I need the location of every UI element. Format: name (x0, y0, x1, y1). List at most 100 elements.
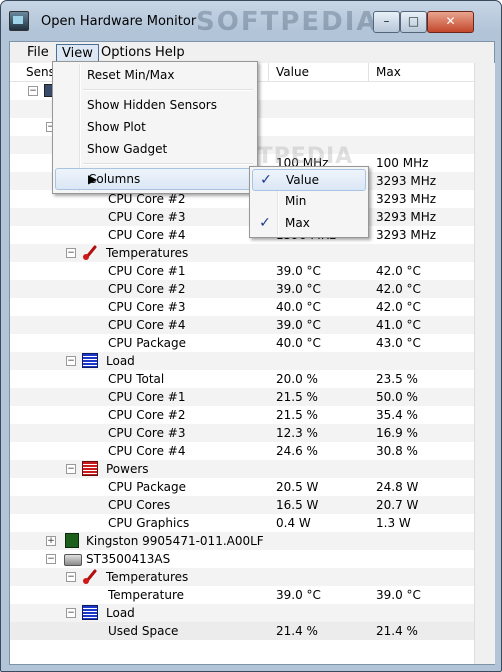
sensor-value: 39.0 °C (276, 588, 321, 602)
sensor-value: 0.4 W (276, 516, 311, 530)
memory-icon (65, 533, 79, 548)
column-max[interactable]: Max (376, 65, 401, 79)
tree-row-clock[interactable]: CPU Core #3 3293 MHz (10, 208, 474, 226)
collapse-icon[interactable]: − (66, 608, 76, 618)
tree-row-sensor[interactable]: CPU Core #1 39.0 °C 42.0 °C (10, 262, 474, 280)
sensor-value: 21.4 % (276, 624, 318, 638)
sensor-name: CPU Core #3 (108, 426, 186, 440)
menu-item-show-hidden-sensors[interactable]: Show Hidden Sensors (55, 95, 255, 115)
menu-item-label: Show Gadget (87, 142, 168, 156)
collapse-icon[interactable]: − (66, 248, 76, 258)
menu-item-show-plot[interactable]: Show Plot (55, 117, 255, 137)
tree-group-load[interactable]: − Load (10, 604, 474, 622)
collapse-icon[interactable]: − (66, 464, 76, 474)
menu-item-label: Value (286, 173, 319, 187)
menu-item-show-gadget[interactable]: Show Gadget (55, 139, 255, 159)
tree-row-sensor[interactable]: CPU Core #2 21.5 % 35.4 % (10, 406, 474, 424)
submenu-arrow-icon: ▶ (88, 172, 98, 186)
column-divider[interactable] (368, 63, 369, 81)
tree-group-load[interactable]: − Load (10, 352, 474, 370)
sensor-name: Used Space (108, 624, 179, 638)
collapse-icon[interactable]: − (46, 554, 56, 564)
sensor-value: 20.5 W (276, 480, 319, 494)
sensor-max: 16.9 % (376, 426, 418, 440)
tree-row-sensor[interactable]: Temperature 39.0 °C 39.0 °C (10, 586, 474, 604)
columns-submenu: ✓ Value Min ✓ Max (249, 166, 369, 238)
menu-item-label: Max (285, 216, 310, 230)
load-icon (82, 605, 98, 620)
sensor-value: 39.0 °C (276, 318, 321, 332)
vertical-scrollbar[interactable] (474, 63, 495, 664)
sensor-value: 21.5 % (276, 390, 318, 404)
sensor-max: 35.4 % (376, 408, 418, 422)
sensor-name: CPU Graphics (108, 516, 190, 530)
menu-help[interactable]: Help (150, 44, 190, 61)
sensor-value: 12.3 % (276, 426, 318, 440)
sensor-max: 3293 MHz (376, 228, 437, 242)
sensor-name: CPU Total (108, 372, 165, 386)
sensor-max: 23.5 % (376, 372, 418, 386)
column-value[interactable]: Value (276, 65, 309, 79)
sensor-max: 42.0 °C (376, 282, 421, 296)
menu-item-label: Show Hidden Sensors (87, 98, 217, 112)
view-menu: Reset Min/Max Show Hidden Sensors Show P… (52, 61, 258, 194)
tree-row-sensor[interactable]: CPU Cores 16.5 W 20.7 W (10, 496, 474, 514)
tree-row-sensor[interactable]: CPU Package 20.5 W 24.8 W (10, 478, 474, 496)
sensor-name: CPU Core #3 (108, 210, 186, 224)
hard-drive-icon (64, 554, 82, 566)
tree-row-sensor[interactable]: Used Space 21.4 % 21.4 % (10, 622, 474, 640)
sensor-value: 39.0 °C (276, 264, 321, 278)
expand-icon[interactable]: + (46, 536, 56, 546)
column-divider[interactable] (268, 63, 269, 81)
menu-item-reset-min-max[interactable]: Reset Min/Max (55, 65, 255, 85)
minimize-button[interactable]: – (373, 11, 400, 33)
tree-row-sensor[interactable]: CPU Total 20.0 % 23.5 % (10, 370, 474, 388)
tree-row-sensor[interactable]: CPU Core #3 12.3 % 16.9 % (10, 424, 474, 442)
sensor-value: 24.6 % (276, 444, 318, 458)
tree-row-sensor[interactable]: CPU Core #1 21.5 % 50.0 % (10, 388, 474, 406)
sensor-name: CPU Package (108, 480, 186, 494)
tree-group-powers[interactable]: − Powers (10, 460, 474, 478)
group-label: Load (106, 354, 135, 368)
menu-separator (83, 163, 253, 165)
close-button[interactable]: ✕ (427, 11, 474, 33)
title-bar[interactable]: Open Hardware Monitor SOFTPEDIA – □ ✕ (1, 1, 501, 41)
menu-item-value[interactable]: ✓ Value (252, 169, 366, 191)
menu-file[interactable]: File (22, 44, 54, 61)
menu-item-label: Show Plot (87, 120, 146, 134)
tree-row-sensor[interactable]: CPU Package 40.0 °C 43.0 °C (10, 334, 474, 352)
sensor-name: CPU Core #4 (108, 228, 186, 242)
tree-group-temperatures[interactable]: − Temperatures (10, 244, 474, 262)
group-label: Load (106, 606, 135, 620)
sensor-name: CPU Core #2 (108, 408, 186, 422)
hardware-label: ST3500413AS (86, 552, 171, 566)
collapse-icon[interactable]: − (66, 356, 76, 366)
sensor-max: 3293 MHz (376, 210, 437, 224)
tree-row-clock[interactable]: CPU Core #4 1596 MHz 3293 MHz (10, 226, 474, 244)
tree-row-sensor[interactable]: CPU Graphics 0.4 W 1.3 W (10, 514, 474, 532)
sensor-name: CPU Core #4 (108, 444, 186, 458)
sensor-max: 39.0 °C (376, 588, 421, 602)
sensor-max: 100 MHz (376, 156, 429, 170)
menu-item-columns[interactable]: Columns ▶ (55, 168, 255, 190)
power-icon (82, 461, 98, 476)
group-label: Temperatures (106, 570, 189, 584)
menu-item-label: Reset Min/Max (87, 68, 175, 82)
sensor-value: 20.0 % (276, 372, 318, 386)
tree-row-sensor[interactable]: CPU Core #4 39.0 °C 41.0 °C (10, 316, 474, 334)
maximize-button[interactable]: □ (400, 11, 427, 33)
menu-item-min[interactable]: Min (252, 191, 366, 211)
tree-row-sensor[interactable]: CPU Core #2 39.0 °C 42.0 °C (10, 280, 474, 298)
sensor-value: 39.0 °C (276, 282, 321, 296)
menu-options[interactable]: Options (96, 44, 156, 61)
collapse-icon[interactable]: − (28, 86, 38, 96)
thermometer-icon (83, 245, 97, 260)
tree-row-sensor[interactable]: CPU Core #3 40.0 °C 42.0 °C (10, 298, 474, 316)
tree-row-ram[interactable]: + Kingston 9905471-011.A00LF (10, 532, 474, 550)
tree-group-temperatures[interactable]: − Temperatures (10, 568, 474, 586)
menu-item-max[interactable]: ✓ Max (252, 213, 366, 233)
tree-row-hdd[interactable]: − ST3500413AS (10, 550, 474, 568)
collapse-icon[interactable]: − (66, 572, 76, 582)
group-label: Powers (106, 462, 149, 476)
tree-row-sensor[interactable]: CPU Core #4 24.6 % 30.8 % (10, 442, 474, 460)
